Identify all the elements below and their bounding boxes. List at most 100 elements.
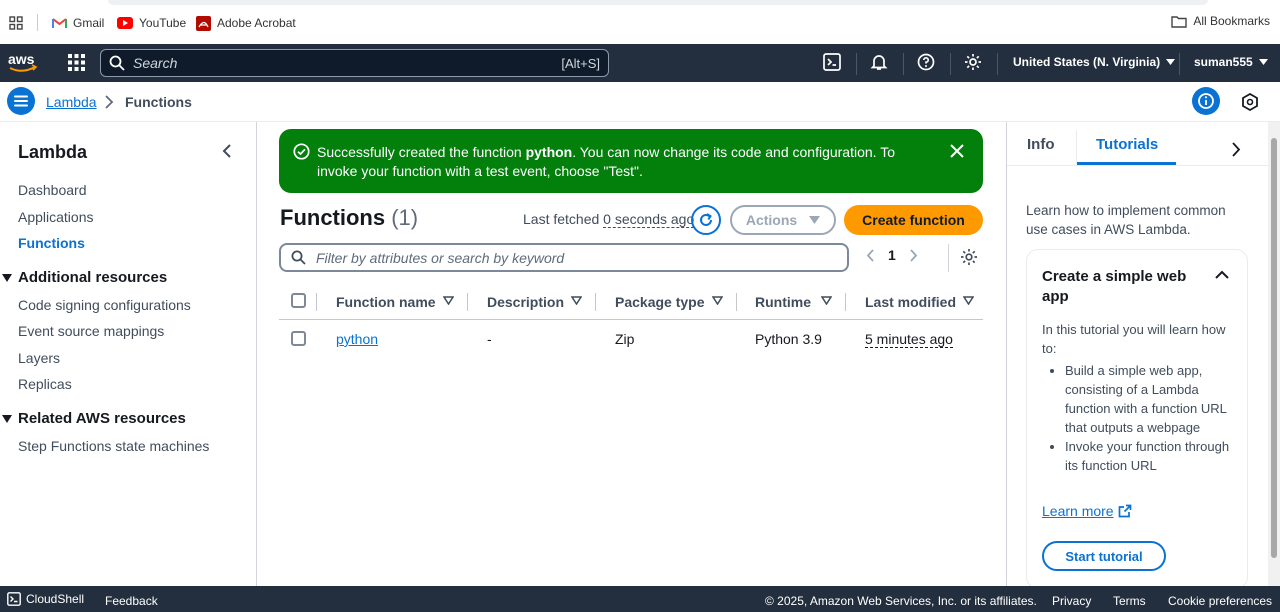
section-related-resources[interactable]: Related AWS resources [2, 410, 186, 427]
sidebar-item-event-source-mappings[interactable]: Event source mappings [18, 323, 164, 339]
caret-down-icon [2, 414, 12, 423]
sidebar-item-applications[interactable]: Applications [18, 209, 94, 225]
tutorial-card: Create a simple web app In this tutorial… [1026, 249, 1248, 589]
create-function-button[interactable]: Create function [844, 205, 983, 235]
refresh-button[interactable] [691, 205, 721, 235]
dismiss-flash-close-icon[interactable] [949, 143, 965, 159]
svg-text:aws: aws [8, 51, 35, 67]
bookmark-youtube[interactable]: YouTube [117, 14, 186, 32]
console-footer: CloudShell Feedback © 2025, Amazon Web S… [0, 586, 1280, 612]
side-navigation: Lambda Dashboard Applications Functions … [0, 122, 257, 586]
select-all-checkbox[interactable] [291, 293, 306, 308]
actions-dropdown-button[interactable]: Actions [730, 205, 836, 235]
column-last-modified[interactable]: Last modified [865, 294, 956, 310]
aws-logo[interactable]: aws [8, 51, 38, 73]
help-panel: Info Tutorials Learn how to implement co… [1006, 122, 1269, 589]
flash-function-name: python [525, 144, 573, 160]
tab-divider [1076, 130, 1077, 164]
learn-more-label: Learn more [1042, 503, 1114, 519]
tab-info[interactable]: Info [1027, 136, 1055, 153]
scrollbar-thumb[interactable] [1271, 138, 1277, 558]
notifications-bell-icon[interactable] [870, 53, 888, 71]
breadcrumb-lambda[interactable]: Lambda [46, 94, 97, 110]
list-item: Invoke your function through its functio… [1065, 437, 1235, 475]
caret-down-icon [1166, 59, 1176, 65]
cookie-preferences-link[interactable]: Cookie preferences [1168, 594, 1272, 608]
filter-input[interactable]: Filter by attributes or search by keywor… [279, 243, 849, 272]
bookmarks-bar: Gmail YouTube Adobe Acrobat All Bookmark… [0, 0, 1280, 44]
sort-icon[interactable] [712, 296, 723, 305]
learn-more-link[interactable]: Learn more [1042, 503, 1132, 519]
navigation-menu-button[interactable] [7, 87, 35, 115]
heading-text: Functions [280, 205, 386, 230]
table-settings-gear-icon[interactable] [960, 248, 978, 266]
sidebar-item-dashboard[interactable]: Dashboard [18, 182, 87, 198]
sidebar-item-step-functions[interactable]: Step Functions state machines [18, 438, 209, 454]
column-runtime[interactable]: Runtime [755, 294, 811, 310]
chevron-up-icon[interactable] [1215, 270, 1229, 279]
cell-last-modified: 5 minutes ago [865, 331, 953, 348]
current-page[interactable]: 1 [888, 247, 896, 263]
last-fetched-label: Last fetched [523, 211, 600, 227]
breadcrumb-bar: Lambda Functions [0, 82, 1280, 122]
folder-icon [1171, 15, 1188, 28]
pagination: 1 [866, 247, 918, 263]
caret-down-icon [2, 273, 12, 282]
sidebar-item-replicas[interactable]: Replicas [18, 376, 72, 392]
bookmark-label: Adobe Acrobat [217, 16, 296, 30]
scrollbar[interactable] [1268, 122, 1280, 586]
column-package-type[interactable]: Package type [615, 294, 705, 310]
column-description[interactable]: Description [487, 294, 564, 310]
sidebar-item-layers[interactable]: Layers [18, 350, 60, 366]
search-placeholder: Search [133, 55, 178, 71]
active-tab-indicator [1077, 162, 1176, 165]
region-selector[interactable]: United States (N. Virginia) [1013, 55, 1176, 69]
external-link-icon [1118, 504, 1131, 518]
section-additional-resources[interactable]: Additional resources [2, 269, 167, 286]
tab-tutorials[interactable]: Tutorials [1096, 136, 1158, 153]
sort-icon[interactable] [963, 296, 974, 305]
account-menu[interactable]: suman555 [1194, 55, 1268, 69]
search-shortcut: [Alt+S] [561, 55, 600, 71]
terms-link[interactable]: Terms [1113, 594, 1146, 608]
success-check-icon [293, 143, 310, 160]
all-bookmarks[interactable]: All Bookmarks [1171, 14, 1270, 28]
sidebar-item-code-signing[interactable]: Code signing configurations [18, 297, 191, 313]
bookmark-gmail[interactable]: Gmail [52, 14, 104, 32]
security-shield-icon[interactable] [1240, 92, 1260, 112]
sort-icon[interactable] [821, 296, 832, 305]
chevron-left-icon[interactable] [866, 248, 874, 262]
help-intro: Learn how to implement common use cases … [1026, 203, 1226, 237]
success-flash-banner: Successfully created the function python… [279, 129, 983, 193]
row-checkbox[interactable] [291, 331, 306, 346]
privacy-link[interactable]: Privacy [1052, 594, 1091, 608]
chevron-right-icon[interactable] [910, 248, 918, 262]
sidebar-item-functions[interactable]: Functions [18, 235, 85, 251]
nav-divider [950, 53, 951, 75]
bookmark-adobe-acrobat[interactable]: Adobe Acrobat [196, 14, 296, 32]
column-function-name[interactable]: Function name [336, 294, 436, 310]
sort-icon[interactable] [571, 296, 582, 305]
apps-grid-icon[interactable] [9, 16, 23, 30]
start-tutorial-button[interactable]: Start tutorial [1042, 541, 1166, 571]
help-icon[interactable] [917, 53, 935, 71]
nav-divider [856, 53, 857, 75]
function-name-link[interactable]: python [336, 331, 378, 347]
close-sidebar-icon[interactable] [220, 143, 234, 159]
cloudshell-button[interactable]: CloudShell [7, 592, 84, 606]
cloudshell-icon[interactable] [823, 53, 841, 71]
copyright-text: © 2025, Amazon Web Services, Inc. or its… [765, 594, 1037, 608]
nav-divider [903, 53, 904, 75]
column-divider [316, 293, 317, 311]
chevron-right-icon[interactable] [1231, 142, 1241, 157]
info-icon [1198, 93, 1214, 109]
global-search-input[interactable]: Search [Alt+S] [100, 49, 609, 77]
sort-icon[interactable] [443, 296, 454, 305]
help-panel-tabs: Info Tutorials [1007, 122, 1269, 166]
info-panel-button[interactable] [1192, 87, 1220, 115]
table-header: Function name Description Package type R… [279, 288, 983, 320]
gmail-icon [52, 18, 67, 28]
feedback-link[interactable]: Feedback [105, 594, 158, 608]
settings-gear-icon[interactable] [964, 53, 982, 71]
services-menu-icon[interactable] [68, 54, 85, 71]
